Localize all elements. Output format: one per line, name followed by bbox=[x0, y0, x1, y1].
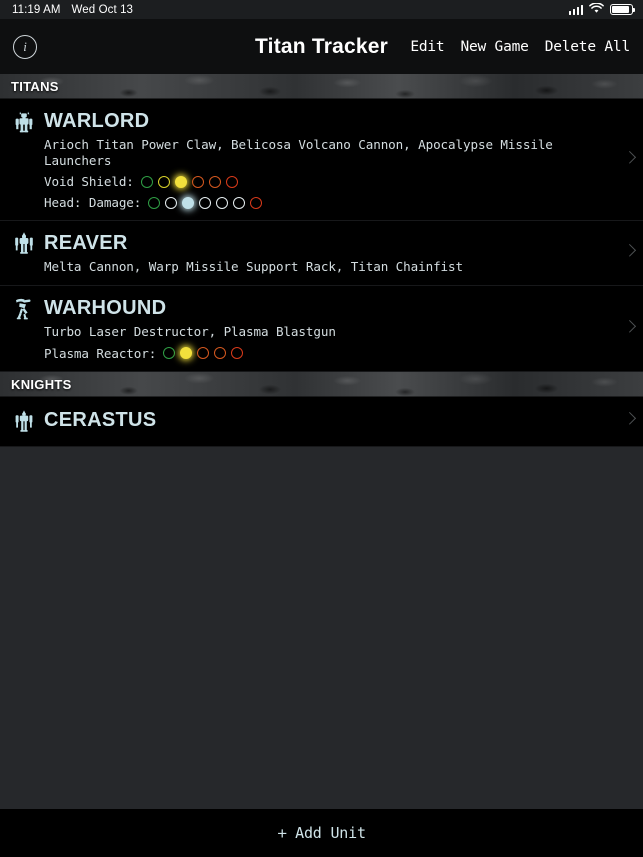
chevron-right-icon bbox=[623, 412, 637, 426]
pip[interactable] bbox=[191, 175, 204, 188]
stat-label: Head: Damage: bbox=[44, 195, 142, 211]
pip[interactable] bbox=[148, 196, 161, 209]
status-bar: 11:19 AM Wed Oct 13 bbox=[0, 0, 643, 19]
pip-active[interactable] bbox=[174, 175, 187, 188]
info-glyph: i bbox=[23, 39, 27, 54]
stat-head-damage: Head: Damage: bbox=[44, 195, 613, 210]
section-header-knights: KNIGHTS bbox=[0, 371, 643, 397]
stat-label: Plasma Reactor: bbox=[44, 345, 157, 361]
unit-name: CERASTUS bbox=[44, 409, 157, 432]
status-bar-time: 11:19 AM bbox=[12, 3, 61, 16]
pip-active[interactable] bbox=[180, 347, 193, 360]
section-header-label: KNIGHTS bbox=[11, 376, 72, 392]
navigation-actions: Edit New Game Delete All bbox=[410, 39, 630, 55]
battery-icon bbox=[610, 4, 635, 15]
pip[interactable] bbox=[214, 347, 227, 360]
add-unit-label: Add Unit bbox=[295, 824, 366, 842]
wifi-icon bbox=[589, 1, 604, 17]
unit-weapons: Turbo Laser Destructor, Plasma Blastgun bbox=[44, 324, 336, 340]
unit-weapons: Arioch Titan Power Claw, Belicosa Volcan… bbox=[44, 137, 553, 168]
list-item[interactable]: WARHOUND Turbo Laser Destructor, Plasma … bbox=[0, 286, 643, 372]
list-item[interactable]: CERASTUS bbox=[0, 396, 643, 447]
empty-area bbox=[0, 446, 643, 809]
unit-header: REAVER bbox=[12, 230, 613, 256]
section-header-label: TITANS bbox=[11, 79, 59, 94]
warlord-titan-icon bbox=[12, 108, 36, 134]
plus-icon: + bbox=[277, 823, 288, 843]
delete-all-button[interactable]: Delete All bbox=[545, 39, 631, 55]
pip[interactable] bbox=[233, 196, 246, 209]
unit-name: WARLORD bbox=[44, 109, 150, 132]
unit-name: REAVER bbox=[44, 231, 128, 254]
knight-cerastus-icon bbox=[12, 408, 36, 434]
status-bar-indicators bbox=[568, 1, 635, 17]
unit-weapons: Melta Cannon, Warp Missile Support Rack,… bbox=[44, 259, 463, 275]
cellular-signal-icon bbox=[568, 5, 583, 15]
pip[interactable] bbox=[197, 347, 210, 360]
warhound-titan-icon bbox=[12, 295, 36, 321]
section-header-titans: TITANS bbox=[0, 74, 643, 99]
add-unit-button[interactable]: + Add Unit bbox=[0, 809, 643, 857]
reaver-titan-icon bbox=[12, 230, 36, 256]
chevron-right-icon bbox=[623, 319, 637, 333]
stat-void-shield: Void Shield: bbox=[44, 174, 613, 189]
titan-tracker-app: 11:19 AM Wed Oct 13 i Titan Tracker Edit… bbox=[0, 0, 643, 857]
info-circle-icon[interactable]: i bbox=[13, 34, 37, 59]
stat-plasma-reactor: Plasma Reactor: bbox=[44, 346, 613, 361]
pip[interactable] bbox=[231, 347, 244, 360]
unit-header: WARHOUND bbox=[12, 295, 613, 321]
chevron-right-icon bbox=[623, 150, 637, 164]
status-bar-date: Wed Oct 13 bbox=[71, 3, 134, 16]
pip[interactable] bbox=[208, 175, 221, 188]
edit-button[interactable]: Edit bbox=[410, 39, 444, 55]
pip[interactable] bbox=[163, 347, 176, 360]
pip[interactable] bbox=[157, 175, 170, 188]
pip-track[interactable] bbox=[163, 347, 244, 360]
pip-active[interactable] bbox=[182, 196, 195, 209]
pip[interactable] bbox=[250, 196, 263, 209]
pip[interactable] bbox=[165, 196, 178, 209]
unit-header: WARLORD bbox=[12, 108, 613, 134]
navigation-bar: i Titan Tracker Edit New Game Delete All bbox=[0, 19, 643, 74]
list-item[interactable]: WARLORD Arioch Titan Power Claw, Belicos… bbox=[0, 99, 643, 222]
pip-track[interactable] bbox=[140, 175, 238, 188]
unit-header: CERASTUS bbox=[12, 408, 613, 434]
pip[interactable] bbox=[140, 175, 153, 188]
new-game-button[interactable]: New Game bbox=[460, 39, 528, 55]
pip[interactable] bbox=[225, 175, 238, 188]
list-item[interactable]: REAVER Melta Cannon, Warp Missile Suppor… bbox=[0, 221, 643, 287]
chevron-right-icon bbox=[623, 244, 637, 258]
unit-list: TITANS WARLORD Arioch Titan Power Claw, … bbox=[0, 74, 643, 447]
unit-name: WARHOUND bbox=[44, 296, 167, 319]
pip[interactable] bbox=[199, 196, 212, 209]
stat-label: Void Shield: bbox=[44, 174, 134, 190]
pip[interactable] bbox=[216, 196, 229, 209]
pip-track[interactable] bbox=[148, 196, 263, 209]
